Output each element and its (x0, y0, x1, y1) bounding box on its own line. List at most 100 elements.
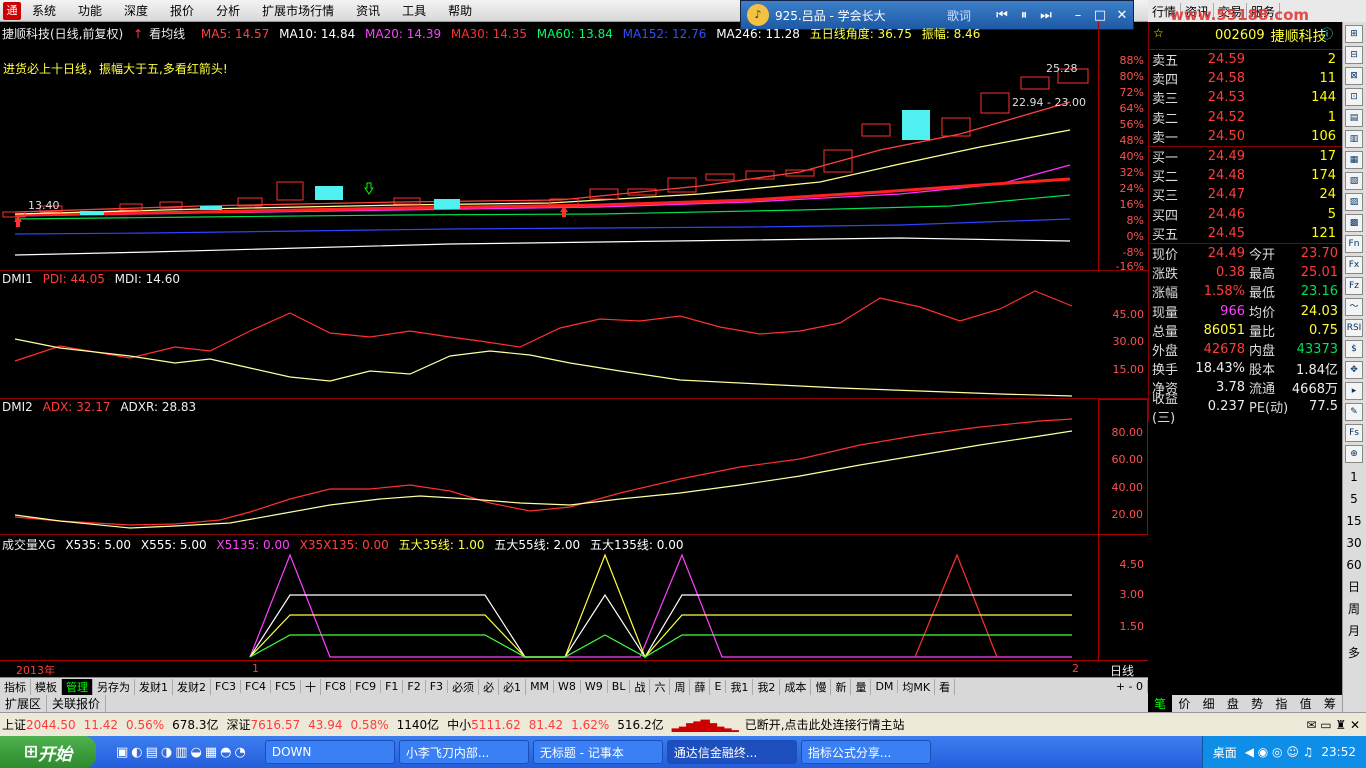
minimize-icon[interactable]: – (1067, 8, 1089, 23)
formula-tab[interactable]: 薛 (690, 678, 711, 695)
formula-tab[interactable]: 十 (301, 678, 322, 695)
toolbar-tool-icon[interactable]: ⊕ (1345, 445, 1363, 463)
formula-tab[interactable]: 必须 (448, 678, 480, 695)
formula-tab[interactable]: 模板 (31, 678, 62, 695)
pause-icon[interactable]: ⏸ (1013, 8, 1035, 23)
toolbar-tool-icon[interactable]: ▥ (1345, 130, 1363, 148)
bid-row[interactable]: 买一 24.49 17 (1149, 147, 1342, 166)
formula-tab[interactable]: 新 (831, 678, 852, 695)
menu-depth[interactable]: 深度 (113, 2, 159, 19)
bid-row[interactable]: 买四 24.46 5 (1149, 205, 1342, 224)
formula-tab[interactable]: FC9 (351, 680, 382, 693)
toolbar-tool-icon[interactable]: ▩ (1345, 214, 1363, 232)
toolbar-tool-icon[interactable]: RSI (1345, 319, 1363, 337)
formula-tab[interactable]: MM (526, 680, 555, 693)
menu-system[interactable]: 系统 (21, 2, 67, 19)
formula-tab[interactable]: 均MK (898, 678, 936, 695)
ask-row[interactable]: 卖三 24.53 144 (1149, 88, 1342, 107)
desktop-label[interactable]: 桌面 (1213, 744, 1237, 761)
task-notepad[interactable]: 无标题 - 记事本 (532, 740, 663, 764)
formula-tab[interactable]: 成本 (780, 678, 812, 695)
formula-tab[interactable]: 六 (650, 678, 671, 695)
detail-tab[interactable]: 值 (1294, 695, 1318, 712)
info-icon[interactable]: ⓘ (1321, 25, 1333, 42)
formula-tab[interactable]: BL (608, 680, 631, 693)
toolbar-tool-icon[interactable]: Fn (1345, 235, 1363, 253)
dmi2-pane[interactable]: DMI2 ADX: 32.17 ADXR: 28.83 80.00 60.00 … (0, 399, 1148, 535)
formula-tab[interactable]: FC5 (271, 680, 302, 693)
prev-track-icon[interactable]: ⏮ (991, 8, 1013, 23)
formula-tab[interactable]: W9 (581, 680, 608, 693)
toolbar-tool-icon[interactable]: ✥ (1345, 361, 1363, 379)
formula-tab[interactable]: 管理 (62, 678, 93, 695)
detail-tab[interactable]: 价 (1172, 695, 1196, 712)
period-button[interactable]: 日 (1343, 576, 1365, 598)
menu-analysis[interactable]: 分析 (205, 2, 251, 19)
lyrics-button[interactable]: 歌词 (947, 7, 971, 24)
dmi1-pane[interactable]: DMI1 PDI: 44.05 MDI: 14.60 45.00 30.00 1… (0, 271, 1148, 399)
ask-row[interactable]: 卖四 24.58 11 (1149, 69, 1342, 88)
connection-status[interactable]: 已断开,点击此处连接行情主站 (745, 716, 905, 733)
formula-tab[interactable]: E (710, 680, 727, 693)
detail-tab[interactable]: 筹 (1318, 695, 1342, 712)
toolbar-tool-icon[interactable]: ▧ (1345, 172, 1363, 190)
period-minute-button[interactable]: 5 (1343, 488, 1365, 510)
toolbar-tool-icon[interactable]: ⊡ (1345, 88, 1363, 106)
view-label[interactable]: ↑ 看均线 (133, 27, 191, 41)
period-button[interactable]: 周 (1343, 598, 1365, 620)
period-button[interactable]: 多 (1343, 642, 1365, 664)
maximize-icon[interactable]: □ (1089, 8, 1111, 23)
bid-row[interactable]: 买二 24.48 174 (1149, 166, 1342, 185)
tab-related-quote[interactable]: 关联报价 (47, 695, 107, 712)
toolbar-tool-icon[interactable]: Fz (1345, 277, 1363, 295)
next-track-icon[interactable]: ⏭ (1035, 8, 1057, 23)
toolbar-tool-icon[interactable]: ⊠ (1345, 67, 1363, 85)
period-button[interactable]: 月 (1343, 620, 1365, 642)
task-xiaoli[interactable]: 小李飞刀内部... (398, 740, 529, 764)
formula-tab[interactable]: FC4 (241, 680, 272, 693)
ask-row[interactable]: 卖五 24.59 2 (1149, 50, 1342, 69)
task-tdx[interactable]: 通达信金融终... (666, 740, 797, 764)
menu-quote[interactable]: 报价 (159, 2, 205, 19)
bid-row[interactable]: 买三 24.47 24 (1149, 185, 1342, 204)
menu-ext-market[interactable]: 扩展市场行情 (251, 2, 345, 19)
formula-tab[interactable]: 看 (935, 678, 956, 695)
toolbar-tool-icon[interactable]: ⊟ (1345, 46, 1363, 64)
formula-tab[interactable]: 我2 (753, 678, 781, 695)
close-icon[interactable]: ✕ (1111, 8, 1133, 23)
formula-tab[interactable]: 战 (630, 678, 651, 695)
toolbar-tool-icon[interactable]: Fx (1345, 256, 1363, 274)
menu-info[interactable]: 资讯 (345, 2, 391, 19)
toolbar-tool-icon[interactable]: ▸ (1345, 382, 1363, 400)
toolbar-tool-icon[interactable]: ▤ (1345, 109, 1363, 127)
toolbar-tool-icon[interactable]: $ (1345, 340, 1363, 358)
bid-row[interactable]: 买五 24.45 121 (1149, 224, 1342, 243)
formula-tab[interactable]: 量 (851, 678, 872, 695)
price-chart-pane[interactable]: 13.40 25.28 22.94 - 23.00 捷顺科技(日线,前复权) ↑… (0, 22, 1148, 273)
quick-launch-icons[interactable]: ▣◐▤◑▥◒▦◓◔ (116, 745, 249, 760)
toolbar-tool-icon[interactable]: ▦ (1345, 151, 1363, 169)
formula-tab[interactable]: DM (871, 680, 899, 693)
zoom-controls[interactable]: + - 0 (1112, 680, 1148, 693)
formula-tab[interactable]: FC3 (211, 680, 242, 693)
ask-row[interactable]: 卖一 24.50 106 (1149, 127, 1342, 146)
start-button[interactable]: ⊞ 开始 (0, 736, 96, 768)
menu-function[interactable]: 功能 (67, 2, 113, 19)
formula-tab[interactable]: 发财1 (135, 678, 173, 695)
formula-tab[interactable]: F1 (381, 680, 404, 693)
period-minute-button[interactable]: 1 (1343, 466, 1365, 488)
period-minute-button[interactable]: 30 (1343, 532, 1365, 554)
toolbar-tool-icon[interactable]: ▨ (1345, 193, 1363, 211)
toolbar-tool-icon[interactable]: ✎ (1345, 403, 1363, 421)
toolbar-tool-icon[interactable]: Fs (1345, 424, 1363, 442)
formula-tab[interactable]: W8 (554, 680, 581, 693)
formula-tab[interactable]: FC8 (321, 680, 352, 693)
period-minute-button[interactable]: 60 (1343, 554, 1365, 576)
detail-tab[interactable]: 盘 (1221, 695, 1245, 712)
detail-tab[interactable]: 细 (1197, 695, 1221, 712)
formula-tab[interactable]: F3 (426, 680, 449, 693)
period-minute-button[interactable]: 15 (1343, 510, 1365, 532)
detail-tab[interactable]: 笔 (1148, 695, 1173, 712)
toolbar-tool-icon[interactable]: 〜 (1345, 298, 1363, 316)
formula-tab[interactable]: 另存为 (93, 678, 135, 695)
